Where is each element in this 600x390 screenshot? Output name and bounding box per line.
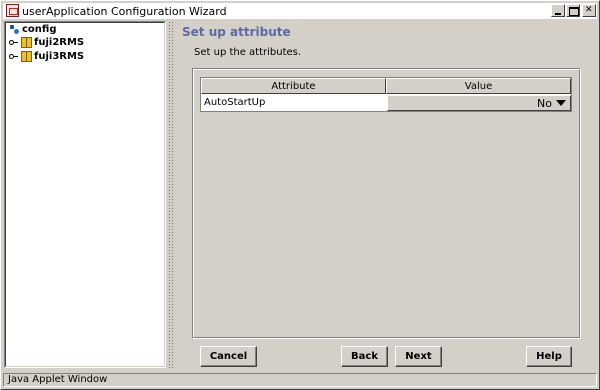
status-text: Java Applet Window xyxy=(8,374,108,385)
page-title: Set up attribute xyxy=(182,25,291,39)
next-button[interactable]: Next xyxy=(395,346,442,367)
cancel-button[interactable]: Cancel xyxy=(200,346,257,367)
value-selected: No xyxy=(537,97,552,110)
value-dropdown[interactable]: No xyxy=(387,95,571,111)
back-button[interactable]: Back xyxy=(341,346,388,367)
minimize-button[interactable] xyxy=(551,4,565,17)
tree-frame: config fuji2RMS fuji3RMS xyxy=(5,22,165,367)
folder-icon xyxy=(21,51,32,62)
app-icon xyxy=(6,4,19,17)
dropdown-arrow-icon[interactable] xyxy=(556,100,566,106)
page-subtitle: Set up the attributes. xyxy=(194,47,302,58)
folder-icon xyxy=(21,37,32,48)
wizard-window: userApplication Configuration Wizard con… xyxy=(0,0,600,390)
tree-node-label: fuji2RMS xyxy=(34,37,85,48)
expand-toggle-icon[interactable] xyxy=(9,38,19,48)
expand-toggle-icon[interactable] xyxy=(9,52,19,62)
config-root-icon xyxy=(9,24,20,35)
tree-node-fuji2rms[interactable]: fuji2RMS xyxy=(9,37,84,49)
tree-node-label: fuji3RMS xyxy=(34,51,85,62)
attribute-table: Attribute Value AutoStartUp No xyxy=(200,77,572,112)
split-pane-divider[interactable] xyxy=(168,21,175,368)
maximize-button[interactable] xyxy=(566,4,580,17)
tree-node-config[interactable]: config xyxy=(9,24,57,36)
tree-node-label: config xyxy=(22,24,57,35)
config-tree[interactable]: config fuji2RMS fuji3RMS xyxy=(4,21,166,368)
title-bar[interactable]: userApplication Configuration Wizard xyxy=(3,3,597,19)
help-button[interactable]: Help xyxy=(526,346,572,367)
status-bar: Java Applet Window xyxy=(3,373,597,387)
attribute-cell[interactable]: AutoStartUp xyxy=(202,95,385,111)
window-title: userApplication Configuration Wizard xyxy=(22,5,227,18)
close-button[interactable] xyxy=(582,4,596,17)
column-header-value[interactable]: Value xyxy=(386,78,571,94)
tree-node-fuji3rms[interactable]: fuji3RMS xyxy=(9,51,84,63)
column-header-attribute[interactable]: Attribute xyxy=(201,78,386,94)
